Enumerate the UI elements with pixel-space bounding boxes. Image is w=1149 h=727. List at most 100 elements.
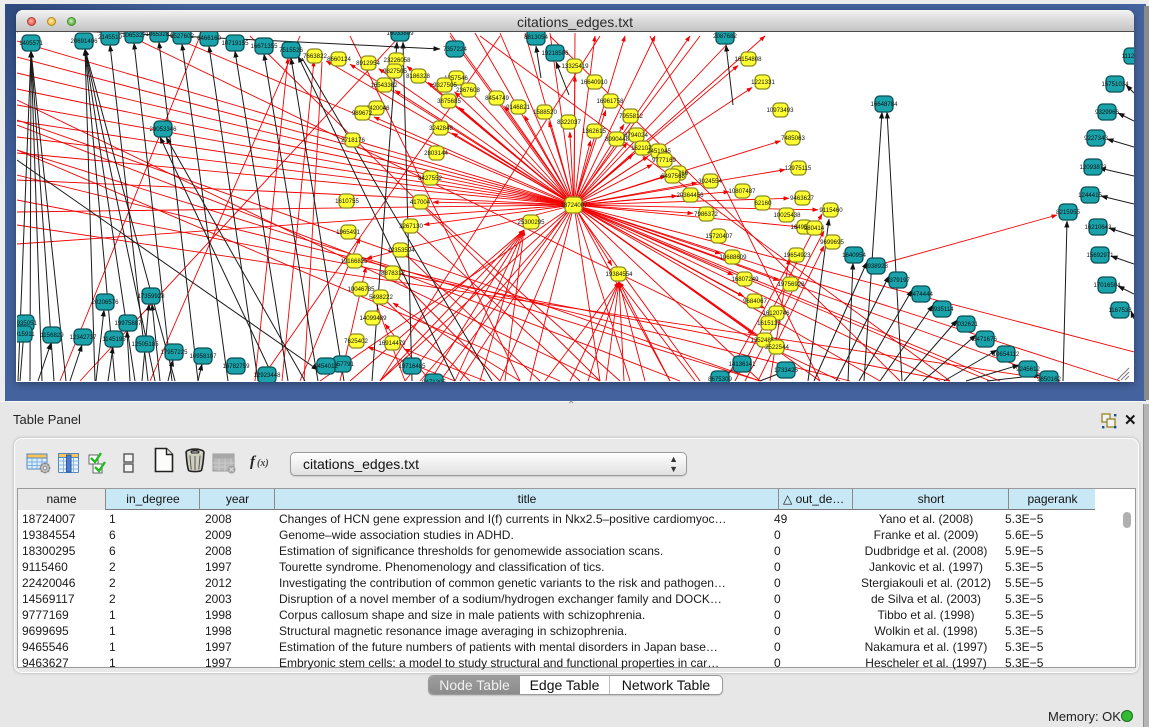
svg-text:8186328: 8186328 bbox=[406, 73, 430, 80]
svg-text:8454749: 8454749 bbox=[485, 95, 509, 102]
svg-text:2522544: 2522544 bbox=[765, 344, 789, 351]
svg-text:29053346: 29053346 bbox=[149, 126, 177, 133]
svg-text:19654923: 19654923 bbox=[783, 252, 811, 259]
svg-text:8878312: 8878312 bbox=[381, 270, 405, 277]
svg-text:13325419: 13325419 bbox=[561, 63, 589, 70]
svg-text:1588520: 1588520 bbox=[533, 109, 557, 116]
svg-text:1935051: 1935051 bbox=[17, 32, 18, 35]
svg-text:12342737: 12342737 bbox=[69, 334, 97, 341]
svg-text:12505185: 12505185 bbox=[131, 341, 159, 348]
svg-text:16033809: 16033809 bbox=[386, 32, 414, 37]
svg-text:7515526: 7515526 bbox=[279, 47, 303, 54]
svg-text:3267130: 3267130 bbox=[399, 223, 423, 230]
svg-text:10807487: 10807487 bbox=[728, 188, 756, 195]
svg-text:3915911: 3915911 bbox=[17, 331, 35, 338]
svg-text:16961758: 16961758 bbox=[596, 98, 624, 105]
svg-text:2803144: 2803144 bbox=[424, 150, 448, 157]
svg-text:2087682: 2087682 bbox=[713, 33, 737, 40]
svg-text:16210643: 16210643 bbox=[1084, 224, 1112, 231]
svg-text:8675309: 8675309 bbox=[708, 376, 732, 382]
svg-text:1065327: 1065327 bbox=[122, 32, 146, 39]
svg-text:8813054: 8813054 bbox=[524, 34, 548, 41]
svg-text:10958107: 10958107 bbox=[189, 353, 217, 360]
svg-text:8912954: 8912954 bbox=[356, 60, 380, 67]
svg-text:1405571: 1405571 bbox=[19, 40, 43, 47]
svg-text:9245612: 9245612 bbox=[1016, 366, 1040, 373]
svg-text:9454012: 9454012 bbox=[314, 363, 338, 370]
svg-text:20206576: 20206576 bbox=[91, 299, 119, 306]
svg-text:16640910: 16640910 bbox=[580, 79, 608, 86]
svg-text:1167533: 1167533 bbox=[1108, 307, 1132, 314]
svg-text:9827505: 9827505 bbox=[383, 68, 407, 75]
svg-text:19716485: 19716485 bbox=[398, 363, 426, 370]
svg-text:1362615: 1362615 bbox=[582, 128, 606, 135]
svg-text:6379197: 6379197 bbox=[886, 277, 910, 284]
svg-text:8938928: 8938928 bbox=[864, 263, 888, 270]
svg-text:7955812: 7955812 bbox=[619, 113, 643, 120]
svg-text:17359928: 17359928 bbox=[137, 293, 165, 300]
svg-text:16543362: 16543362 bbox=[370, 82, 398, 89]
svg-text:10653287: 10653287 bbox=[145, 32, 173, 38]
svg-text:7485063: 7485063 bbox=[781, 135, 805, 142]
svg-text:1145195: 1145195 bbox=[102, 336, 126, 343]
svg-text:8660124: 8660124 bbox=[327, 56, 351, 63]
svg-text:20364456: 20364456 bbox=[676, 192, 704, 199]
svg-text:16671355: 16671355 bbox=[250, 43, 278, 50]
svg-text:15720407: 15720407 bbox=[705, 233, 733, 240]
svg-text:15751034: 15751034 bbox=[1101, 81, 1129, 88]
svg-text:62160: 62160 bbox=[755, 200, 773, 207]
svg-text:6466160: 6466160 bbox=[197, 35, 221, 42]
svg-text:14136141: 14136141 bbox=[728, 361, 756, 368]
svg-text:2145519: 2145519 bbox=[98, 34, 122, 41]
svg-text:3875685: 3875685 bbox=[437, 98, 461, 105]
svg-text:16807249: 16807249 bbox=[731, 276, 759, 283]
svg-text:7986372: 7986372 bbox=[694, 211, 718, 218]
svg-text:9146821: 9146821 bbox=[506, 104, 530, 111]
svg-text:2935114: 2935114 bbox=[930, 306, 954, 313]
svg-text:1640954: 1640954 bbox=[842, 252, 866, 259]
svg-text:10654112: 10654112 bbox=[993, 351, 1020, 358]
svg-text:1221331: 1221331 bbox=[751, 79, 775, 86]
svg-text:19218506: 19218506 bbox=[541, 50, 569, 57]
svg-text:6497568: 6497568 bbox=[661, 173, 685, 180]
svg-text:9474444: 9474444 bbox=[909, 291, 933, 298]
svg-text:5498222: 5498222 bbox=[369, 294, 393, 301]
svg-text:3024554: 3024554 bbox=[698, 178, 722, 185]
svg-text:17016504: 17016504 bbox=[1093, 282, 1121, 289]
svg-text:7663822: 7663822 bbox=[303, 53, 327, 60]
svg-text:1610755: 1610755 bbox=[335, 198, 359, 205]
svg-text:18724007: 18724007 bbox=[560, 202, 588, 209]
svg-text:1733426: 1733426 bbox=[774, 367, 798, 374]
svg-text:7032621: 7032621 bbox=[954, 321, 978, 328]
svg-text:25300295: 25300295 bbox=[517, 219, 545, 226]
svg-text:12353594: 12353594 bbox=[387, 247, 415, 254]
svg-text:(x): (x) bbox=[257, 458, 269, 469]
svg-text:7625402: 7625402 bbox=[344, 338, 368, 345]
svg-text:9115460: 9115460 bbox=[819, 207, 843, 214]
svg-text:12975115: 12975115 bbox=[785, 165, 812, 172]
svg-text:19166825: 19166825 bbox=[340, 258, 368, 265]
svg-text:9227343: 9227343 bbox=[1084, 135, 1108, 142]
svg-text:1112543: 1112543 bbox=[1122, 53, 1134, 60]
svg-text:9699695: 9699695 bbox=[820, 239, 844, 246]
svg-text:9463627: 9463627 bbox=[790, 195, 814, 202]
svg-text:16782759: 16782759 bbox=[222, 363, 250, 370]
svg-text:12923448: 12923448 bbox=[253, 372, 281, 379]
svg-text:19756928: 19756928 bbox=[777, 281, 805, 288]
svg-text:9777169: 9777169 bbox=[652, 157, 676, 164]
svg-text:9327505: 9327505 bbox=[433, 82, 457, 89]
svg-text:19975887: 19975887 bbox=[114, 320, 142, 327]
svg-text:20691406: 20691406 bbox=[70, 38, 98, 45]
svg-text:2367608: 2367608 bbox=[456, 87, 480, 94]
svg-text:980414: 980414 bbox=[804, 225, 825, 232]
svg-text:23226058: 23226058 bbox=[383, 57, 411, 64]
svg-text:9329966: 9329966 bbox=[1095, 109, 1119, 116]
svg-text:16914479: 16914479 bbox=[378, 340, 406, 347]
svg-text:8427552: 8427552 bbox=[418, 175, 442, 182]
svg-text:f: f bbox=[250, 454, 257, 470]
svg-text:9471205: 9471205 bbox=[422, 379, 446, 382]
svg-text:19384554: 19384554 bbox=[605, 271, 633, 278]
svg-text:1156829: 1156829 bbox=[40, 332, 64, 339]
svg-text:16154808: 16154808 bbox=[734, 56, 762, 63]
svg-text:1527602: 1527602 bbox=[170, 33, 194, 40]
